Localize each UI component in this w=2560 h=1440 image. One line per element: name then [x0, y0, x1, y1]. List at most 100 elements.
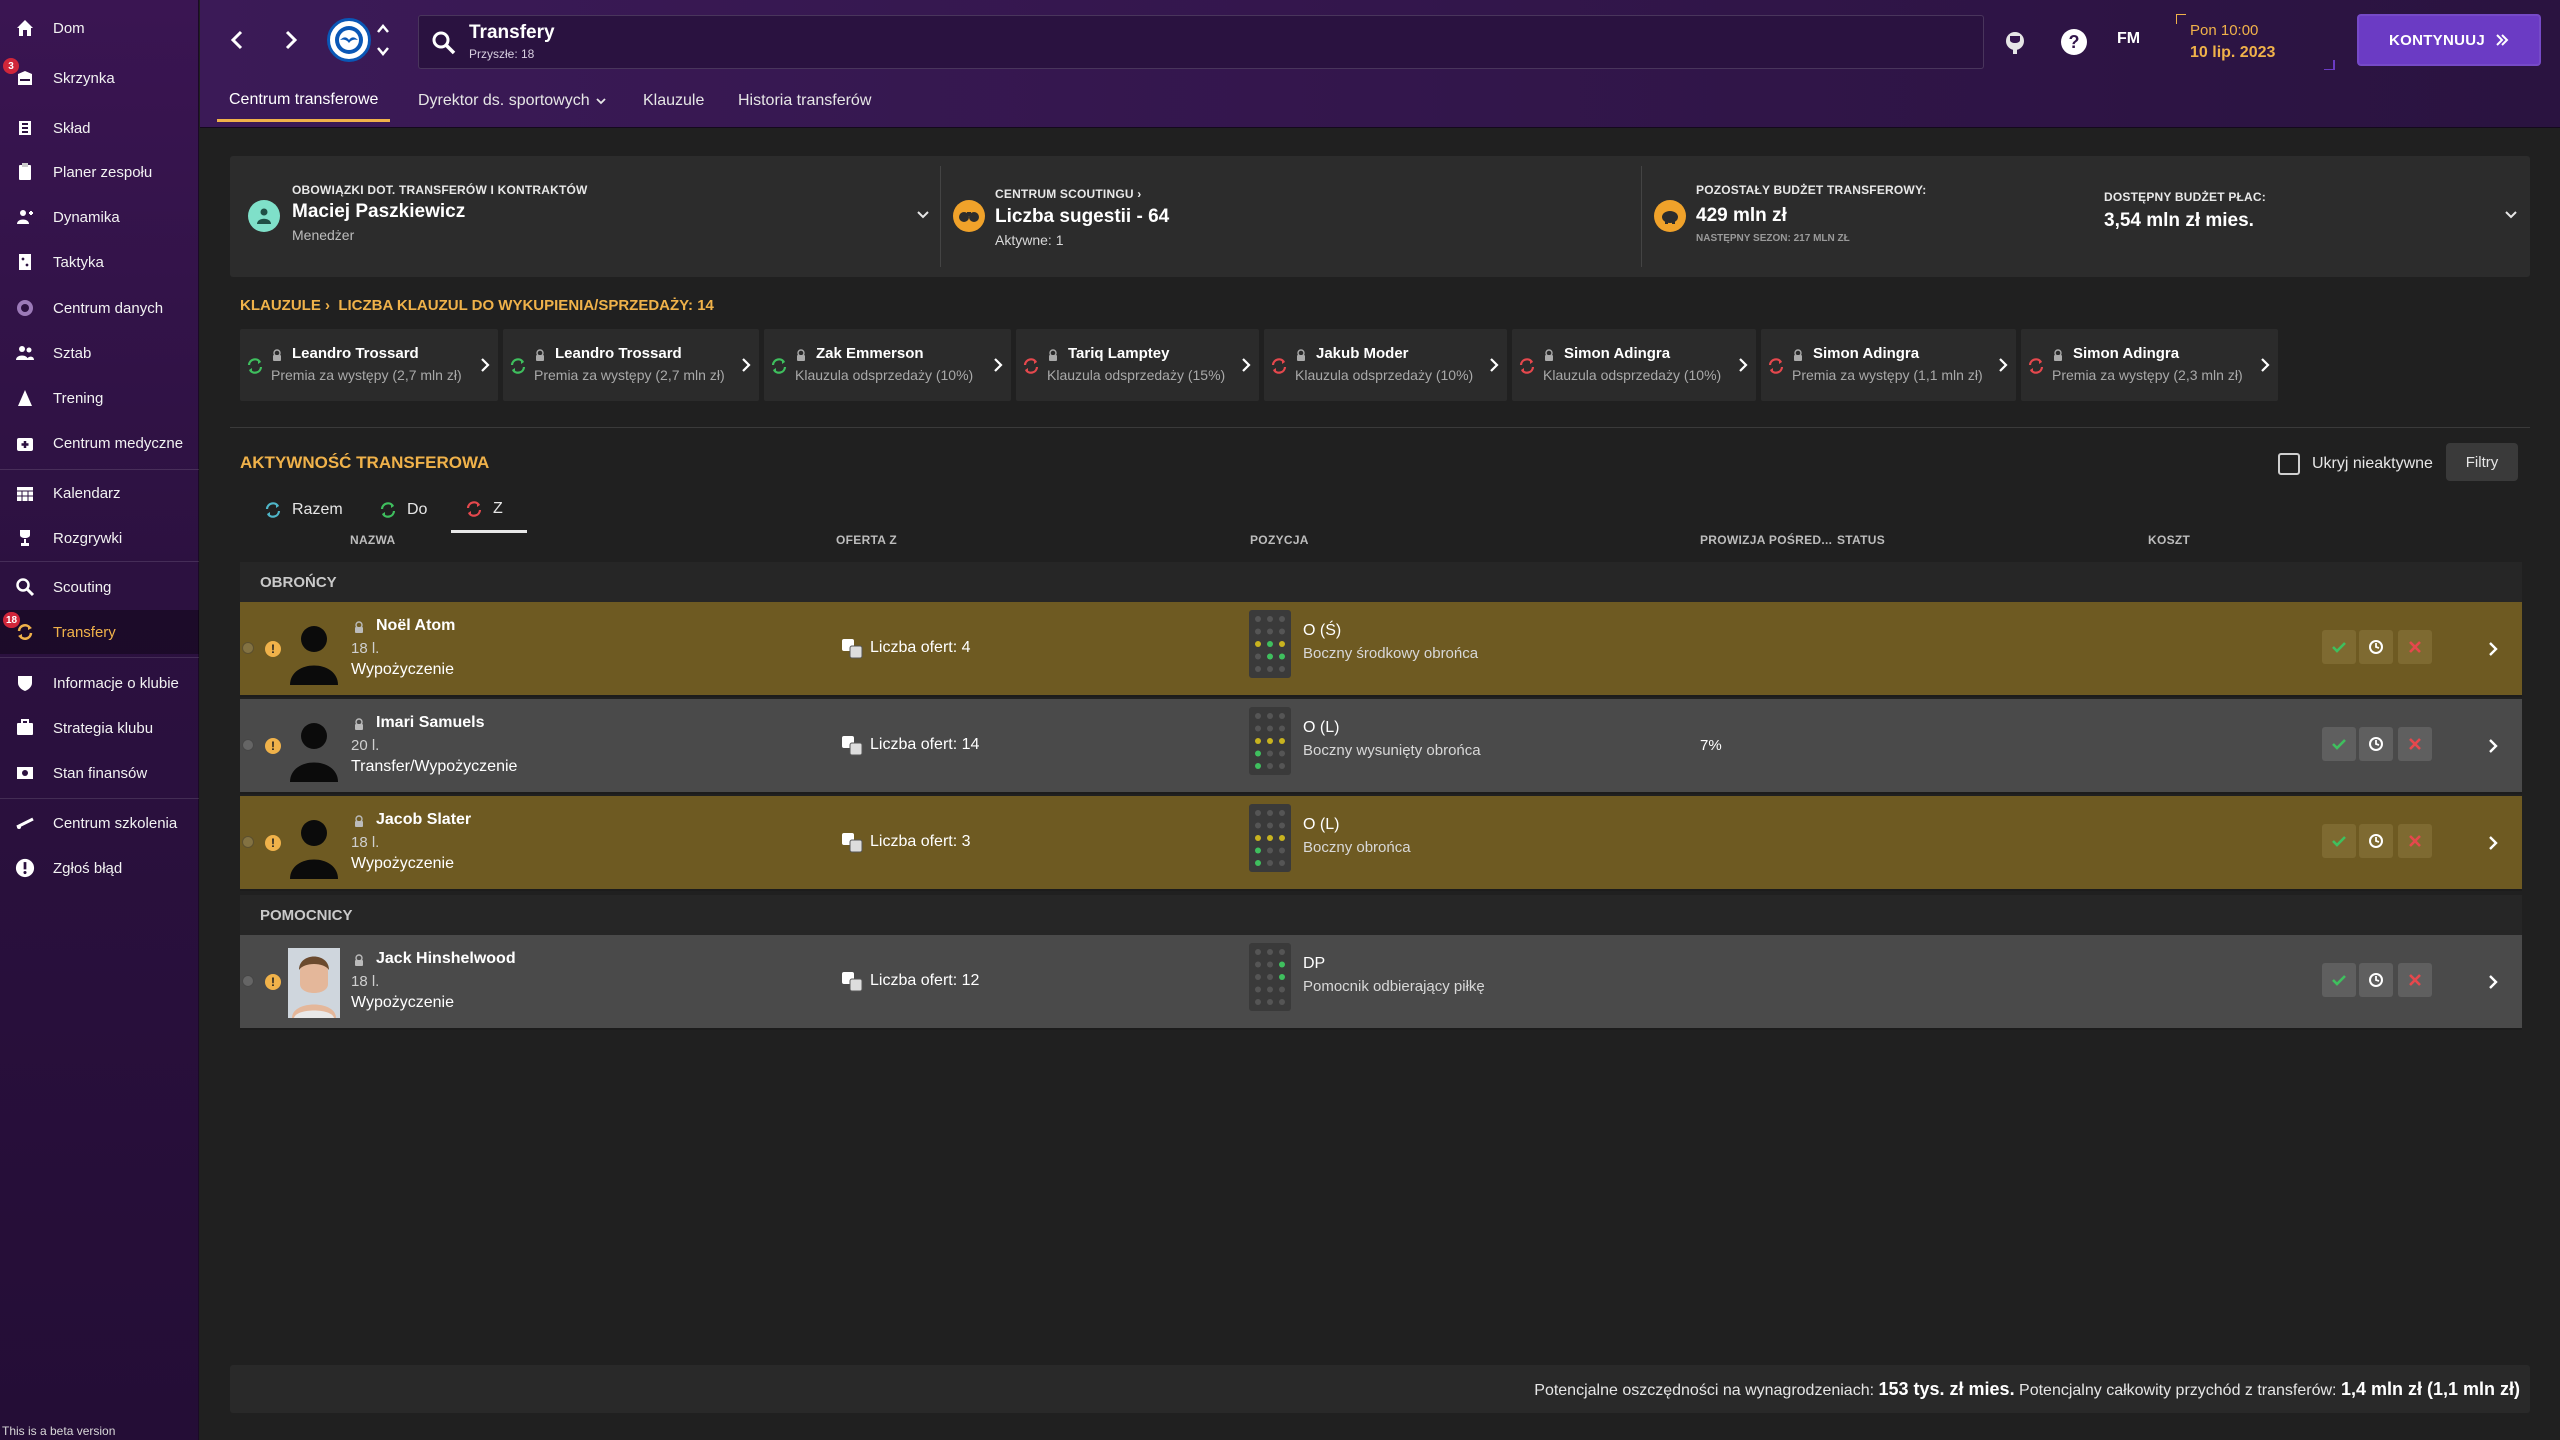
player-age: 18 l.: [351, 640, 380, 657]
sidebar-item-dynamics[interactable]: Dynamika: [0, 195, 199, 239]
player-name[interactable]: Jacob Slater: [376, 811, 471, 829]
scouting-section[interactable]: CENTRUM SCOUTINGU › Liczba sugestii - 64…: [941, 156, 1641, 277]
subtab-all[interactable]: Razem: [260, 487, 347, 533]
table-row[interactable]: ! Noël Atom 18 l. Wypożyczenie Liczba ofert:…: [240, 602, 2522, 697]
sidebar-item-tutorial[interactable]: Centrum szkolenia: [0, 801, 199, 845]
reject-button[interactable]: [2398, 824, 2432, 858]
sidebar-item-finances[interactable]: Stan finansów: [0, 751, 199, 795]
sidebar-item-club-info[interactable]: Informacje o klubie: [0, 661, 199, 705]
sidebar-item-competitions[interactable]: Rozgrywki: [0, 516, 199, 560]
sidebar-item-transfers[interactable]: 18 Transfery: [0, 610, 199, 654]
club-crest-button[interactable]: [327, 18, 371, 62]
sidebar-item-label: Centrum szkolenia: [53, 814, 178, 832]
hide-inactive-checkbox[interactable]: Ukryj nieaktywne: [2278, 449, 2433, 479]
sidebar-item-training[interactable]: Trening: [0, 376, 199, 420]
back-button[interactable]: [225, 24, 249, 56]
fm-menu-button[interactable]: FM: [2117, 30, 2140, 48]
sidebar-item-home[interactable]: Dom: [0, 6, 199, 50]
close-icon: [2409, 641, 2421, 653]
select-dot[interactable]: [242, 975, 254, 987]
accept-button[interactable]: [2322, 727, 2356, 761]
clause-description: Klauzula odsprzedaży (10%): [1295, 367, 1474, 383]
accept-button[interactable]: [2322, 963, 2356, 997]
chevron-down-icon: [917, 211, 929, 219]
table-row[interactable]: ! Jacob Slater 18 l. Wypożyczenie Liczba ofe…: [240, 796, 2522, 891]
column-header-status[interactable]: STATUS: [1837, 533, 1885, 547]
column-header-name[interactable]: NAZWA: [350, 533, 396, 547]
sidebar-item-calendar[interactable]: Kalendarz: [0, 471, 199, 515]
subtab-incoming[interactable]: Do: [375, 487, 431, 533]
player-name[interactable]: Noël Atom: [376, 617, 455, 635]
player-name[interactable]: Imari Samuels: [376, 714, 485, 732]
clause-card[interactable]: Jakub Moder Klauzula odsprzedaży (10%): [1264, 329, 1507, 401]
subtab-outgoing[interactable]: Z: [451, 487, 527, 533]
medical-icon: [15, 433, 35, 453]
reject-button[interactable]: [2398, 630, 2432, 664]
clause-description: Premia za występy (2,7 mln zł): [271, 367, 462, 383]
negotiate-button[interactable]: [2359, 824, 2393, 858]
select-dot[interactable]: [242, 836, 254, 848]
clause-card[interactable]: Zak Emmerson Klauzula odsprzedaży (10%): [764, 329, 1011, 401]
sidebar-item-tactics[interactable]: Taktyka: [0, 240, 199, 284]
search-box[interactable]: Transfery Przyszłe: 18: [418, 15, 1984, 69]
tab-transfer-history[interactable]: Historia transferów: [738, 80, 871, 122]
column-header-offer-from[interactable]: OFERTA Z: [836, 533, 897, 547]
tab-clauses[interactable]: Klauzule: [643, 80, 704, 122]
clause-card[interactable]: Leandro Trossard Premia za występy (2,7 m…: [240, 329, 498, 401]
player-name[interactable]: Jack Hinshelwood: [376, 950, 516, 968]
clause-player-name: Tariq Lamptey: [1068, 345, 1170, 362]
reject-button[interactable]: [2398, 963, 2432, 997]
tab-transfer-centre[interactable]: Centrum transferowe: [217, 80, 391, 122]
column-header-agent-fee[interactable]: PROWIZJA POŚRED...: [1700, 533, 1832, 547]
savings-value: 153 tys. zł mies.: [1878, 1379, 2015, 1399]
column-header-cost[interactable]: KOSZT: [2148, 533, 2190, 547]
negotiate-button[interactable]: [2359, 630, 2393, 664]
clause-card[interactable]: Simon Adingra Premia za występy (1,1 mln …: [1761, 329, 2016, 401]
sidebar-item-scouting[interactable]: Scouting: [0, 565, 199, 609]
transfer-status-icon: [2028, 358, 2044, 374]
reject-button[interactable]: [2398, 727, 2432, 761]
duties-section[interactable]: OBOWIĄZKI DOT. TRANSFERÓW I KONTRAKTÓW M…: [230, 156, 940, 277]
table-row[interactable]: ! Imari Samuels 20 l. Transfer/Wypożyczenie…: [240, 699, 2522, 794]
help-button[interactable]: ?: [2059, 27, 2089, 57]
accept-button[interactable]: [2322, 824, 2356, 858]
clause-card[interactable]: Tariq Lamptey Klauzula odsprzedaży (15%): [1016, 329, 1259, 401]
accept-button[interactable]: [2322, 630, 2356, 664]
select-dot[interactable]: [242, 642, 254, 654]
sidebar-item-squad[interactable]: Skład: [0, 106, 199, 150]
select-dot[interactable]: [242, 739, 254, 751]
sidebar-item-label: Skrzynka: [53, 69, 115, 87]
achievements-button[interactable]: [2000, 27, 2030, 57]
club-switch-arrows[interactable]: [376, 22, 390, 58]
clause-card[interactable]: Simon Adingra Klauzula odsprzedaży (10%): [1512, 329, 1756, 401]
forward-button[interactable]: [279, 24, 303, 56]
sidebar-item-medical[interactable]: Centrum medyczne: [0, 421, 199, 465]
sidebar-item-report-bug[interactable]: Zgłoś błąd: [0, 846, 199, 890]
clause-player-name: Zak Emmerson: [816, 345, 924, 362]
budget-section[interactable]: POZOSTAŁY BUDŻET TRANSFEROWY: 429 mln zł…: [1642, 156, 2530, 277]
clauses-link[interactable]: KLAUZULE: [240, 297, 321, 314]
sidebar-item-label: Sztab: [53, 344, 92, 362]
subtab-label: Do: [407, 501, 428, 518]
data-icon: [15, 298, 35, 318]
sidebar-item-data-hub[interactable]: Centrum danych: [0, 286, 199, 330]
negotiate-button[interactable]: [2359, 963, 2393, 997]
player-age: 18 l.: [351, 834, 380, 851]
shield-icon: [15, 673, 35, 693]
sidebar-divider: [0, 798, 199, 799]
offers-count: Liczba ofert: 4: [870, 639, 971, 656]
sidebar-item-club-strategy[interactable]: Strategia klubu: [0, 706, 199, 750]
close-icon: [2409, 835, 2421, 847]
clause-card[interactable]: Simon Adingra Premia za występy (2,3 mln …: [2021, 329, 2278, 401]
check-icon: [2332, 975, 2346, 986]
negotiate-button[interactable]: [2359, 727, 2393, 761]
table-row[interactable]: ! Jack Hinshelwood 18 l. Wypożyczenie Liczba…: [240, 935, 2522, 1030]
continue-button[interactable]: KONTYNUUJ: [2357, 14, 2541, 66]
filters-button[interactable]: Filtry: [2446, 443, 2518, 481]
sidebar-item-team-planner[interactable]: Planer zespołu: [0, 150, 199, 194]
clause-card[interactable]: Leandro Trossard Premia za występy (2,7 m…: [503, 329, 759, 401]
column-header-position[interactable]: POZYCJA: [1250, 533, 1309, 547]
sidebar-item-inbox[interactable]: 3 Skrzynka: [0, 56, 199, 100]
tab-director-of-football[interactable]: Dyrektor ds. sportowych: [418, 80, 606, 122]
sidebar-item-staff[interactable]: Sztab: [0, 331, 199, 375]
